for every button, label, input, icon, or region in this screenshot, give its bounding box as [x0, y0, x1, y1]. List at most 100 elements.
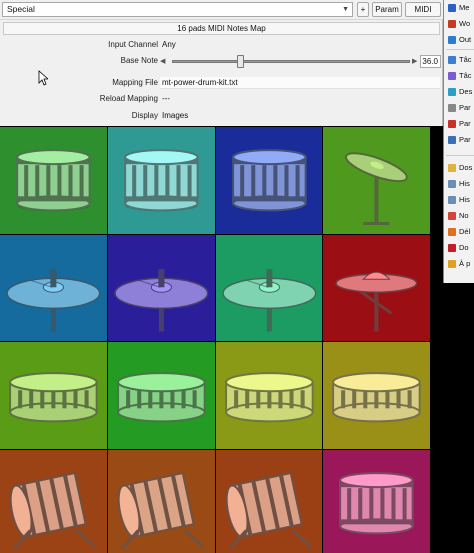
- drum-pad[interactable]: [107, 342, 215, 449]
- star-icon: [448, 260, 456, 268]
- context-menu-item[interactable]: Dél: [444, 224, 474, 240]
- grid-icon: [448, 20, 456, 28]
- bass-drum-icon: [9, 471, 96, 549]
- drum-pad[interactable]: [215, 234, 323, 341]
- context-menu-item[interactable]: Des: [444, 84, 474, 100]
- chevron-down-icon: ▼: [342, 6, 349, 13]
- toolbar: Special ▼ + Param MIDI: [0, 0, 443, 20]
- ride-cymbal-icon: [6, 268, 101, 331]
- context-menu-item[interactable]: Wo: [444, 16, 474, 32]
- tom-drum-icon: [224, 372, 314, 423]
- slider-right-arrow-icon[interactable]: ▶: [412, 57, 417, 65]
- context-menu-label: Dél: [459, 227, 471, 236]
- plugin-title: 16 pads MIDI Notes Map: [3, 22, 440, 35]
- display-field[interactable]: Images: [160, 110, 440, 122]
- tom-drum-icon: [9, 372, 98, 423]
- base-note-label: Base Note: [120, 56, 158, 65]
- menu-separator: [446, 49, 474, 50]
- ride-cymbal-icon: [221, 268, 316, 331]
- drum-pad[interactable]: [323, 234, 430, 341]
- ride-cymbal-icon: [114, 268, 209, 331]
- tools-icon: [448, 120, 456, 128]
- context-menu-item[interactable]: Par: [444, 100, 474, 116]
- heart-icon: [448, 244, 456, 252]
- drum-pad[interactable]: [0, 234, 107, 341]
- drum-pad[interactable]: [0, 449, 107, 553]
- drum-pad[interactable]: [215, 449, 323, 553]
- tom-drum-icon: [116, 372, 206, 423]
- drum-pad[interactable]: [107, 234, 215, 341]
- context-menu-item[interactable]: His: [444, 176, 474, 192]
- context-menu-item[interactable]: Tâc: [444, 52, 474, 68]
- add-button[interactable]: +: [357, 2, 369, 17]
- context-menu-label: Me: [459, 3, 470, 12]
- reload-mapping-row: Reload Mapping ---: [0, 92, 443, 106]
- drum-pad[interactable]: [215, 342, 323, 449]
- arrow-icon: [448, 4, 456, 12]
- input-channel-row: Input Channel Any: [0, 38, 443, 52]
- drum-pad[interactable]: [107, 127, 215, 234]
- notification-icon: [448, 212, 456, 220]
- context-menu-item[interactable]: Tâc: [444, 68, 474, 84]
- param-button[interactable]: Param: [372, 2, 402, 17]
- snare-drum-icon: [339, 471, 414, 534]
- mapping-file-label: Mapping File: [112, 78, 158, 87]
- pad-grid: [0, 127, 430, 553]
- context-menu: Me Wo Out Tâc Tâc Des Par Par Par Dos His His No Dél D…: [443, 0, 474, 283]
- reload-mapping-label: Reload Mapping: [99, 94, 158, 103]
- mouse-cursor-icon: [38, 70, 48, 86]
- tom-drum-icon: [332, 372, 421, 423]
- context-menu-label: Tâc: [459, 55, 472, 64]
- snare-drum-icon: [231, 149, 307, 212]
- bass-drum-icon: [117, 471, 204, 549]
- context-menu-label: His: [459, 179, 470, 188]
- context-menu-label: His: [459, 195, 470, 204]
- context-menu-item[interactable]: Par: [444, 132, 474, 148]
- context-menu-label: À p: [459, 259, 471, 268]
- context-menu-label: Wo: [459, 19, 471, 28]
- drum-pad[interactable]: [323, 449, 430, 553]
- snare-drum-icon: [123, 149, 199, 212]
- base-note-slider[interactable]: [172, 60, 410, 63]
- warning-icon: [448, 228, 456, 236]
- output-icon: [448, 36, 456, 44]
- context-menu-label: Par: [459, 103, 471, 112]
- base-note-slider-thumb[interactable]: [237, 55, 244, 68]
- bass-drum-icon: [225, 471, 312, 549]
- drum-pad[interactable]: [0, 342, 107, 449]
- context-menu-label: Out: [459, 35, 472, 44]
- context-menu-item[interactable]: Me: [444, 0, 474, 16]
- context-menu-item[interactable]: His: [444, 192, 474, 208]
- slider-left-arrow-icon[interactable]: ◀: [160, 57, 165, 65]
- settings-icon: [448, 104, 456, 112]
- context-menu-item[interactable]: Dos: [444, 160, 474, 176]
- preset-select[interactable]: Special ▼: [2, 2, 353, 17]
- context-menu-item[interactable]: No: [444, 208, 474, 224]
- drum-pad[interactable]: [107, 449, 215, 553]
- plugin-panel: Special ▼ + Param MIDI 16 pads MIDI Note…: [0, 0, 443, 126]
- context-menu-label: Do: [459, 243, 469, 252]
- context-menu-label: Dos: [459, 163, 473, 172]
- reload-mapping-field[interactable]: ---: [160, 93, 440, 105]
- midi-button[interactable]: MIDI: [405, 2, 441, 17]
- drum-pad[interactable]: [0, 127, 107, 234]
- task-icon: [448, 56, 456, 64]
- drum-pad[interactable]: [323, 342, 430, 449]
- base-note-value[interactable]: 36.0: [420, 55, 441, 68]
- context-menu-item[interactable]: À p: [444, 256, 474, 272]
- drum-pad[interactable]: [215, 127, 323, 234]
- input-channel-field[interactable]: Any: [160, 39, 440, 51]
- crash-cymbal-icon: [345, 152, 409, 225]
- display-label: Display: [131, 111, 158, 120]
- context-menu-item[interactable]: Out: [444, 32, 474, 48]
- context-menu-label: Par: [459, 135, 471, 144]
- mapping-file-field[interactable]: mt-power-drum-kit.txt: [160, 77, 440, 89]
- desktop-icon: [448, 88, 456, 96]
- history-icon: [448, 180, 456, 188]
- context-menu-item[interactable]: Par: [444, 116, 474, 132]
- context-menu-item[interactable]: Do: [444, 240, 474, 256]
- drum-pad[interactable]: [323, 127, 430, 234]
- folder-icon: [448, 164, 456, 172]
- input-channel-label: Input Channel: [108, 40, 158, 49]
- context-menu-label: Tâc: [459, 71, 472, 80]
